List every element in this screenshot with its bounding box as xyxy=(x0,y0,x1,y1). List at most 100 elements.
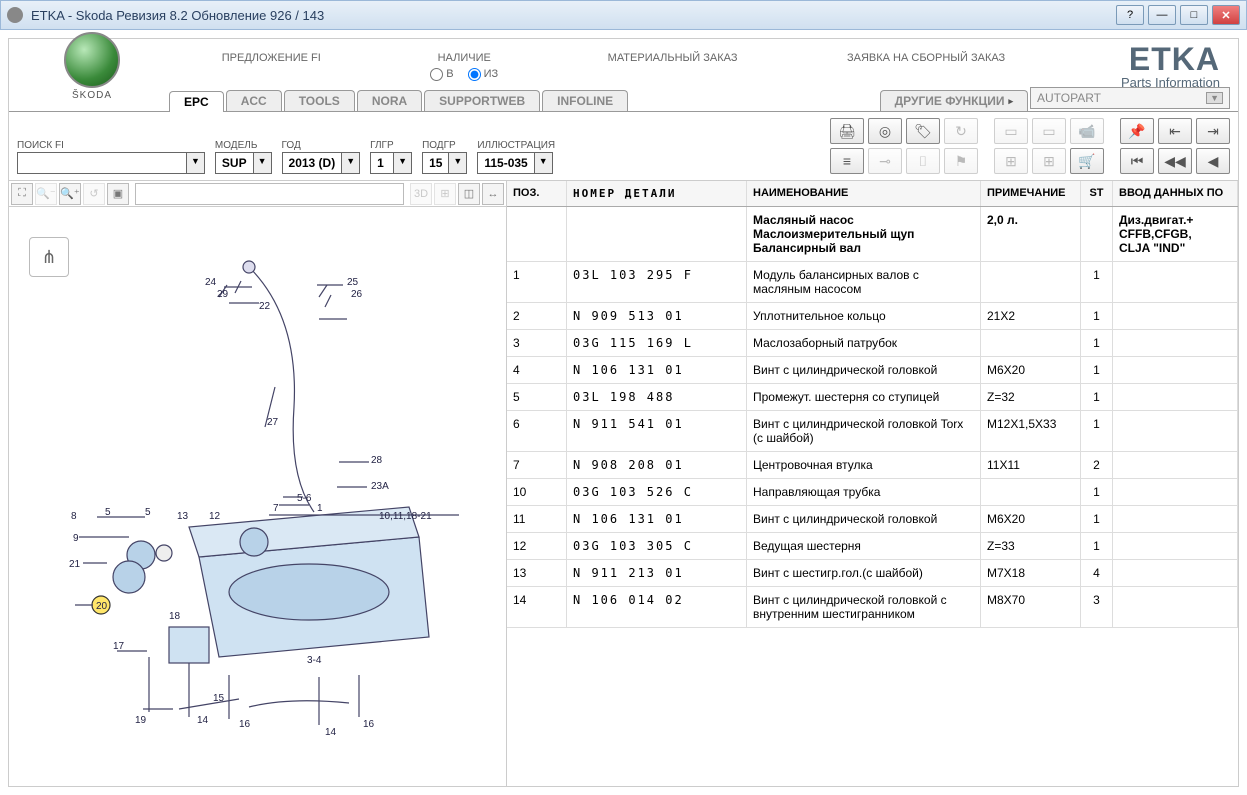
split-button[interactable]: ◫ xyxy=(458,183,480,205)
radio-in[interactable] xyxy=(430,68,443,81)
model-select[interactable]: SUP xyxy=(215,152,254,174)
cell-input xyxy=(1113,479,1238,505)
radio-out[interactable] xyxy=(468,68,481,81)
col-position[interactable]: ПОЗ. xyxy=(507,181,567,206)
table-row[interactable]: 103L 103 295 FМодуль балансирных валов с… xyxy=(507,262,1238,303)
tab-supportweb[interactable]: SUPPORTWEB xyxy=(424,90,540,111)
cell-part-number: N 106 131 01 xyxy=(567,357,747,383)
rewind-button[interactable]: ◀◀ xyxy=(1158,148,1192,174)
svg-text:19: 19 xyxy=(135,715,147,726)
col-remark[interactable]: ПРИМЕЧАНИЕ xyxy=(981,181,1081,206)
pin-button[interactable]: 📌 xyxy=(1120,118,1154,144)
autopart-select[interactable]: AUTOPART ▼ xyxy=(1030,87,1230,109)
prev-doc-button[interactable]: ⇤ xyxy=(1158,118,1192,144)
table-row[interactable]: 13N 911 213 01Винт с шестигр.гол.(с шайб… xyxy=(507,560,1238,587)
menu-assembly-order[interactable]: ЗАЯВКА НА СБОРНЫЙ ЗАКАЗ xyxy=(847,52,1005,81)
maximize-button[interactable]: □ xyxy=(1180,5,1208,25)
menu-availability[interactable]: НАЛИЧИЕ xyxy=(430,52,498,64)
svg-text:5: 5 xyxy=(145,507,151,518)
window: ETKA - Skoda Ревизия 8.2 Обновление 926 … xyxy=(0,0,1247,795)
radio-out-label: ИЗ xyxy=(484,68,499,80)
podgr-select[interactable]: 15 xyxy=(422,152,449,174)
glgr-label: ГЛГР xyxy=(370,140,412,151)
table-row[interactable]: 2N 909 513 01Уплотнительное кольцо21X21 xyxy=(507,303,1238,330)
illustration-dropdown-icon[interactable]: ▼ xyxy=(535,152,553,174)
svg-text:17: 17 xyxy=(113,641,125,652)
label-button[interactable]: 🏷 xyxy=(906,118,940,144)
svg-text:9: 9 xyxy=(73,533,79,544)
minimize-button[interactable]: — xyxy=(1148,5,1176,25)
refresh-button: ↻ xyxy=(944,118,978,144)
cell-pos: 13 xyxy=(507,560,567,586)
illustration-view[interactable]: ⋔ xyxy=(9,207,506,786)
help-button[interactable]: ? xyxy=(1116,5,1144,25)
svg-text:13: 13 xyxy=(177,511,189,522)
cell-part-number: 03L 198 488 xyxy=(567,384,747,410)
table-body[interactable]: Масляный насос Маслоизмерительный щуп Ба… xyxy=(507,207,1238,786)
wheel-button[interactable]: ◎ xyxy=(868,118,902,144)
photo-button[interactable]: ▣ xyxy=(107,183,129,205)
cell-st: 1 xyxy=(1081,479,1113,505)
cell-part-number: N 908 208 01 xyxy=(567,452,747,478)
table-row[interactable]: 4N 106 131 01Винт с цилиндрической голов… xyxy=(507,357,1238,384)
tab-acc[interactable]: ACC xyxy=(226,90,282,111)
table-row[interactable]: 1203G 103 305 CВедущая шестерняZ=331 xyxy=(507,533,1238,560)
tab-nora[interactable]: NORA xyxy=(357,90,422,111)
cell-part-number: 03G 103 305 C xyxy=(567,533,747,559)
share-button[interactable]: ⋔ xyxy=(29,237,69,277)
table-row[interactable]: 11N 106 131 01Винт с цилиндрической голо… xyxy=(507,506,1238,533)
col-part-number[interactable]: НОМЕР ДЕТАЛИ xyxy=(567,181,747,206)
cell-st: 4 xyxy=(1081,560,1113,586)
glgr-dropdown-icon[interactable]: ▼ xyxy=(394,152,412,174)
table-summary-row[interactable]: Масляный насос Маслоизмерительный щуп Ба… xyxy=(507,207,1238,262)
svg-text:3-4: 3-4 xyxy=(307,655,322,666)
table-row[interactable]: 7N 908 208 01Центровочная втулка11X112 xyxy=(507,452,1238,479)
expand-button[interactable]: ↔ xyxy=(482,183,504,205)
year-dropdown-icon[interactable]: ▼ xyxy=(342,152,360,174)
cart-button[interactable]: 🛒 xyxy=(1070,148,1104,174)
podgr-dropdown-icon[interactable]: ▼ xyxy=(449,152,467,174)
table-row[interactable]: 6N 911 541 01Винт с цилиндрической голов… xyxy=(507,411,1238,452)
svg-text:27: 27 xyxy=(267,417,279,428)
cell-st: 1 xyxy=(1081,330,1113,356)
autopart-dropdown-icon[interactable]: ▼ xyxy=(1206,92,1223,104)
back-button[interactable]: ◀ xyxy=(1196,148,1230,174)
glgr-select[interactable]: 1 xyxy=(370,152,394,174)
svg-text:5-6: 5-6 xyxy=(297,493,312,504)
col-st[interactable]: ST xyxy=(1081,181,1113,206)
next-doc-button[interactable]: ⇥ xyxy=(1196,118,1230,144)
tab-tools[interactable]: TOOLS xyxy=(284,90,355,111)
first-button[interactable]: ⏮ xyxy=(1120,148,1154,174)
illustration-select[interactable]: 115-035 xyxy=(477,152,534,174)
skoda-logo-icon xyxy=(64,32,120,88)
menu-material-order[interactable]: МАТЕРИАЛЬНЫЙ ЗАКАЗ xyxy=(608,52,738,81)
col-name[interactable]: НАИМЕНОВАНИЕ xyxy=(747,181,981,206)
autopart-label: AUTOPART xyxy=(1037,91,1101,105)
flag-button: ⚑ xyxy=(944,148,978,174)
col-input[interactable]: ВВОД ДАННЫХ ПО xyxy=(1113,181,1238,206)
close-button[interactable]: ✕ xyxy=(1212,5,1240,25)
tab-epc[interactable]: EPC xyxy=(169,91,224,112)
search-dropdown-icon[interactable]: ▼ xyxy=(187,152,205,174)
menu-offer-fi[interactable]: ПРЕДЛОЖЕНИЕ FI xyxy=(222,52,321,81)
image-search-input[interactable] xyxy=(135,183,404,205)
cell-st: 1 xyxy=(1081,411,1113,451)
cell-pos: 1 xyxy=(507,262,567,302)
table-row[interactable]: 303G 115 169 LМаслозаборный патрубок1 xyxy=(507,330,1238,357)
cell-part-number: 03G 103 526 C xyxy=(567,479,747,505)
search-input[interactable] xyxy=(17,152,187,174)
table-row[interactable]: 503L 198 488Промежут. шестерня со ступиц… xyxy=(507,384,1238,411)
screen-button: ⊞ xyxy=(994,148,1028,174)
zoom-in-button[interactable]: 🔍⁺ xyxy=(59,183,81,205)
cell-name: Маслозаборный патрубок xyxy=(747,330,981,356)
tab-other-functions[interactable]: ДРУГИЕ ФУНКЦИИ xyxy=(880,90,1028,111)
zoom-select-button[interactable]: ⛶ xyxy=(11,183,33,205)
switch-button: ⌷ xyxy=(906,148,940,174)
print-button[interactable]: 🖨 xyxy=(830,118,864,144)
model-dropdown-icon[interactable]: ▼ xyxy=(254,152,272,174)
table-row[interactable]: 14N 106 014 02Винт с цилиндрической голо… xyxy=(507,587,1238,628)
list-button[interactable]: ≡ xyxy=(830,148,864,174)
tab-infoline[interactable]: INFOLINE xyxy=(542,90,628,111)
year-select[interactable]: 2013 (D) xyxy=(282,152,343,174)
table-row[interactable]: 1003G 103 526 CНаправляющая трубка1 xyxy=(507,479,1238,506)
